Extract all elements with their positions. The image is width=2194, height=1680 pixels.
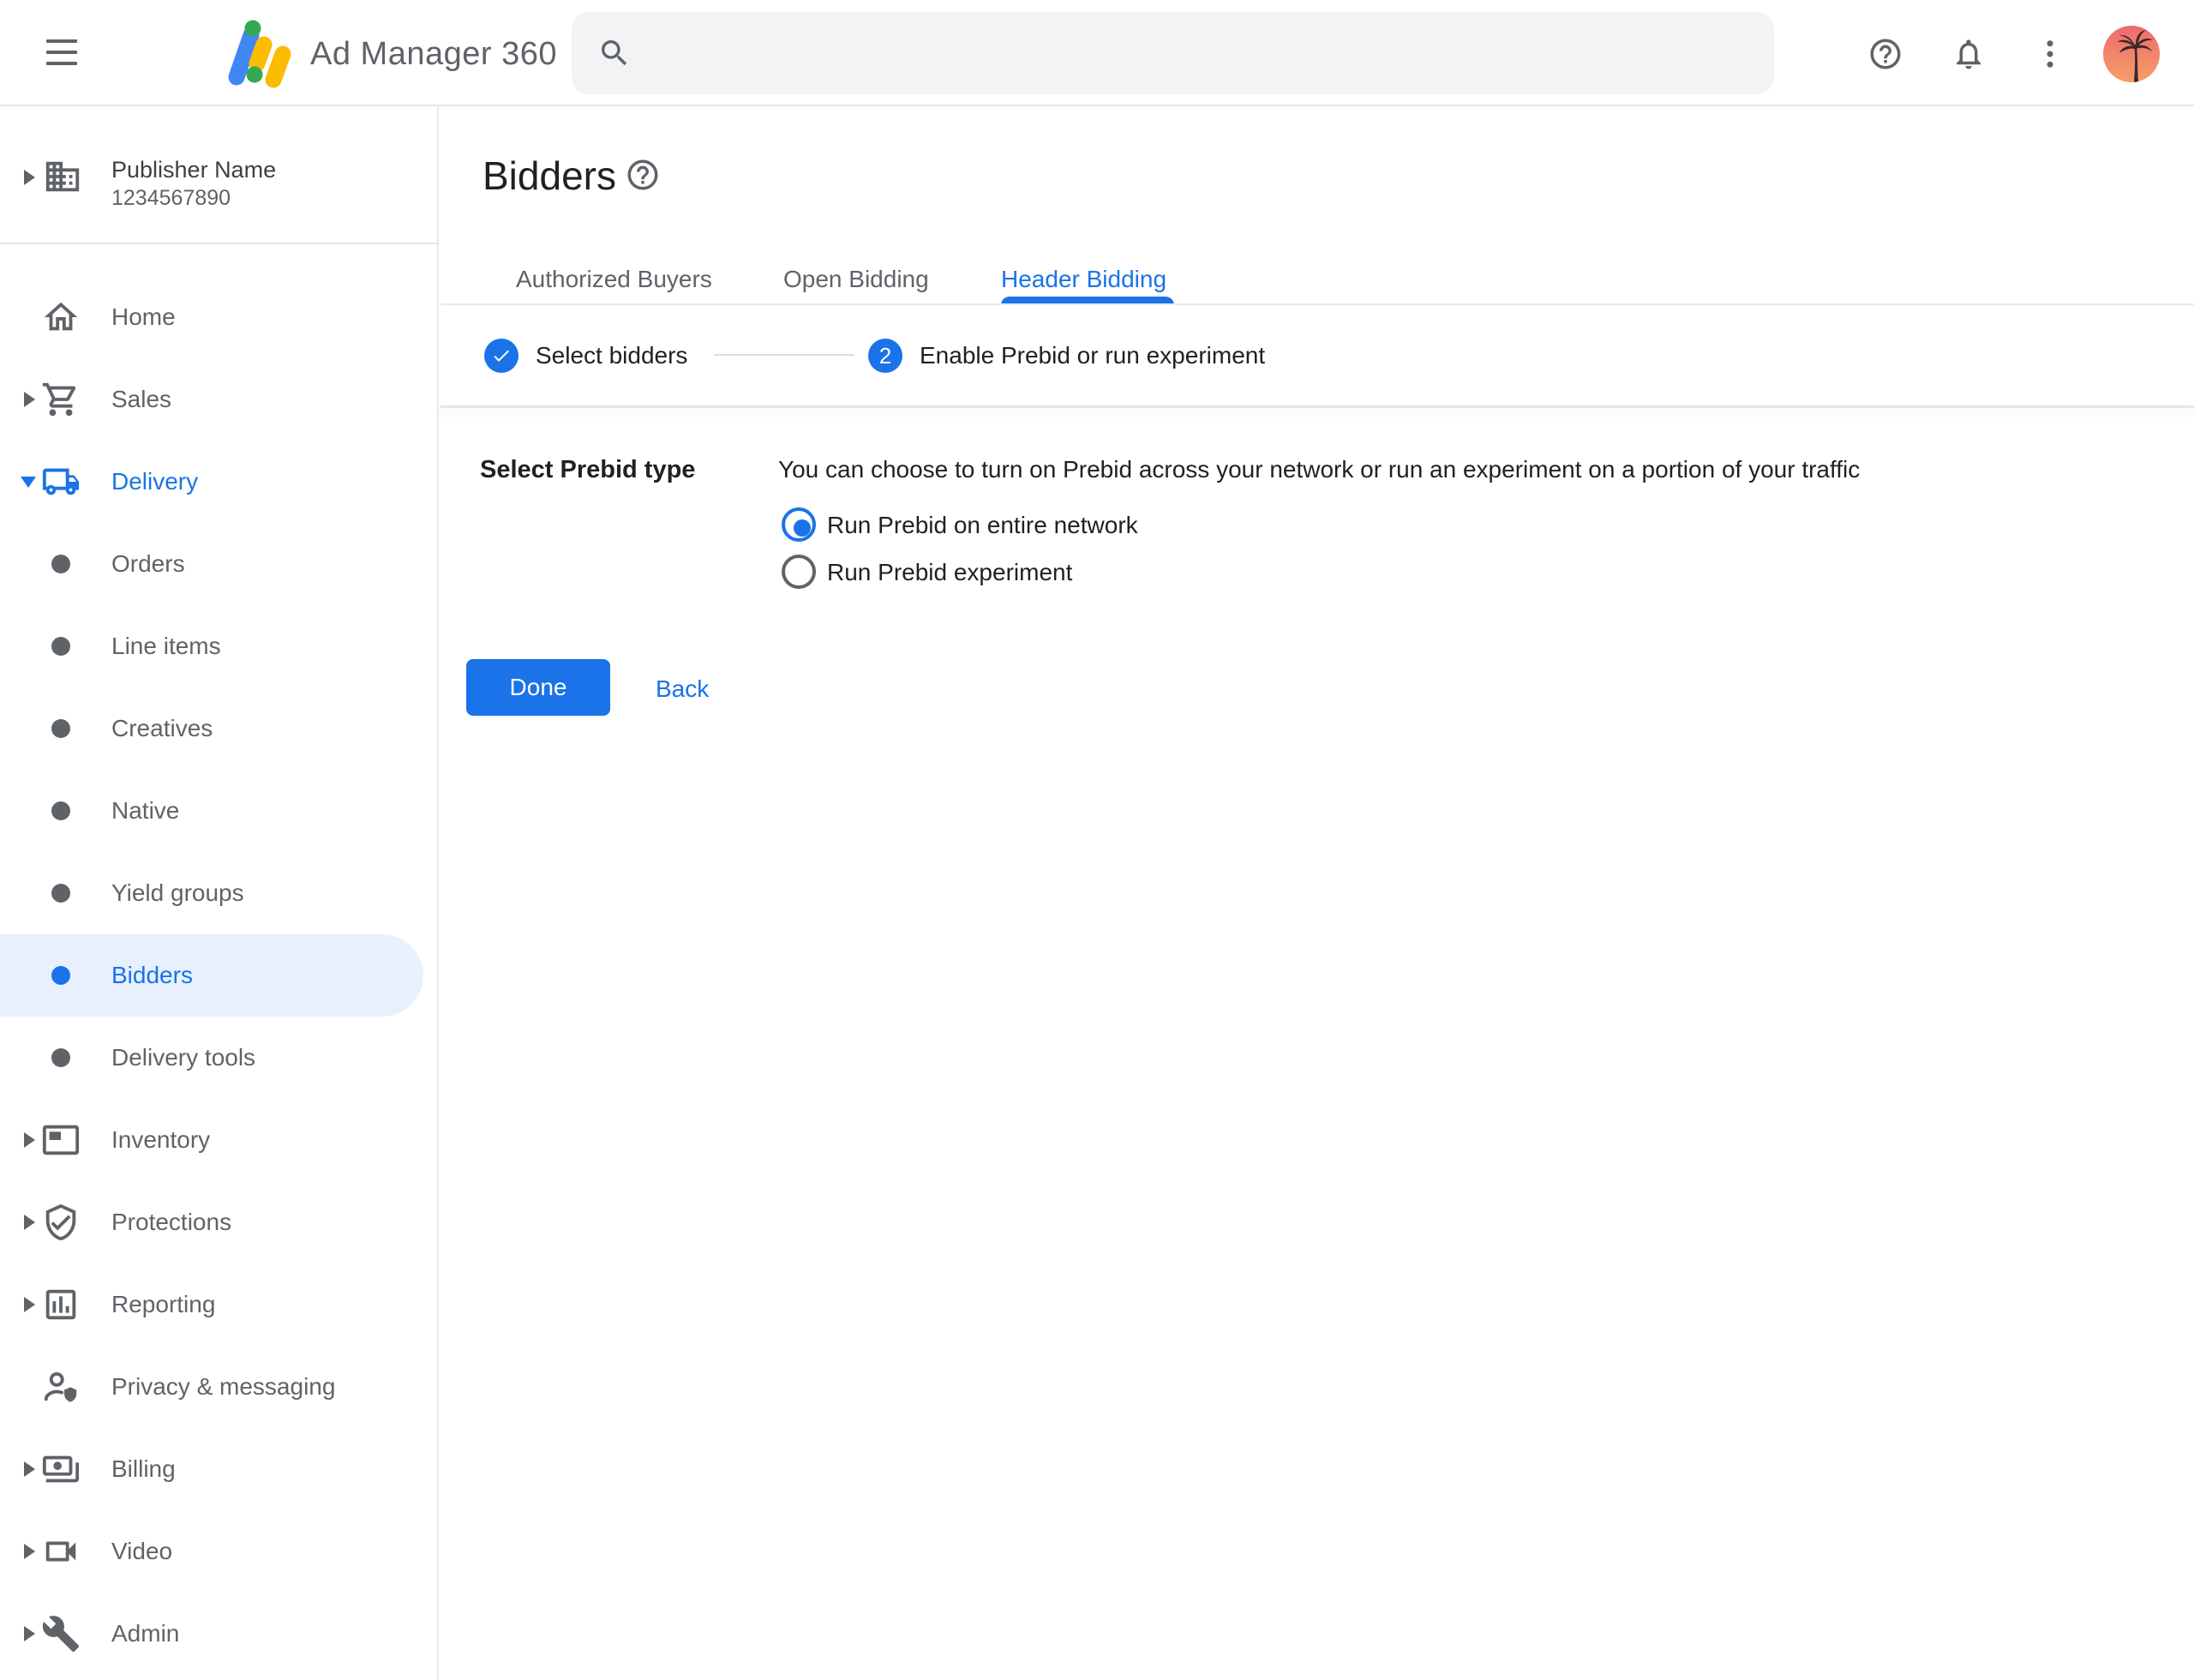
sidebar-item-label: Creatives: [111, 717, 213, 741]
sidebar-item-label: Video: [111, 1539, 172, 1563]
avatar[interactable]: [2103, 26, 2160, 82]
sidebar-item-sales[interactable]: Sales: [0, 358, 439, 441]
sidebar-item-protections[interactable]: Protections: [0, 1181, 439, 1263]
sidebar-item-native[interactable]: Native: [0, 770, 439, 852]
sidebar-item-label: Home: [111, 305, 176, 329]
sidebar-item-label: Inventory: [111, 1128, 210, 1152]
tab-header-bidding[interactable]: Header Bidding: [1001, 267, 1166, 291]
tab-authorized-buyers[interactable]: Authorized Buyers: [516, 267, 712, 291]
truck-icon: [41, 462, 81, 501]
sidebar-item-label: Orders: [111, 552, 185, 576]
page-title: Bidders: [483, 155, 616, 196]
step-1-check: [484, 339, 519, 373]
step-2-label: Enable Prebid or run experiment: [920, 344, 1265, 368]
sidebar-item-label: Bidders: [111, 963, 193, 987]
expand-arrow-icon: [24, 1297, 35, 1312]
help-icon[interactable]: [625, 157, 661, 193]
expand-arrow-icon: [24, 1132, 35, 1148]
sidebar-item-reporting[interactable]: Reporting: [0, 1263, 439, 1346]
radio-label: Run Prebid experiment: [827, 561, 1072, 585]
inventory-icon: [41, 1120, 81, 1160]
expand-arrow-icon: [24, 1544, 35, 1559]
sidebar-item-privacy-messaging[interactable]: Privacy & messaging: [0, 1346, 439, 1428]
radio-selected-icon[interactable]: [782, 507, 816, 542]
main-content: Bidders Authorized Buyers Open Bidding H…: [441, 106, 2194, 1680]
bullet-icon: [51, 966, 70, 985]
bullet-icon: [51, 801, 70, 820]
ad-manager-app: Ad Manager 360: [0, 0, 2194, 1680]
home-icon: [41, 297, 81, 337]
tab-open-bidding[interactable]: Open Bidding: [783, 267, 929, 291]
sidebar-item-inventory[interactable]: Inventory: [0, 1099, 439, 1181]
sidebar-item-video[interactable]: Video: [0, 1510, 439, 1593]
overflow-menu-icon[interactable]: [2032, 36, 2068, 72]
sidebar-item-admin[interactable]: Admin: [0, 1593, 439, 1675]
bullet-icon: [51, 719, 70, 738]
ad-manager-logo: [211, 12, 293, 94]
form-section-label: Select Prebid type: [480, 457, 695, 483]
building-icon: [43, 157, 82, 196]
expand-arrow-icon: [24, 392, 35, 407]
sidebar-item-label: Native: [111, 799, 179, 823]
expand-arrow-icon: [24, 1626, 35, 1641]
sidebar-item-delivery[interactable]: Delivery: [0, 441, 439, 523]
radio-label: Run Prebid on entire network: [827, 513, 1138, 537]
sidebar-item-label: Line items: [111, 634, 221, 658]
wrench-icon: [41, 1614, 81, 1653]
sidebar-item-delivery-tools[interactable]: Delivery tools: [0, 1017, 439, 1099]
sidebar-item-label: Sales: [111, 387, 171, 411]
sidebar-item-label: Admin: [111, 1622, 179, 1646]
payments-icon: [41, 1449, 81, 1489]
step-2-number: 2: [868, 339, 902, 373]
sidebar-item-label: Delivery tools: [111, 1046, 255, 1070]
expand-arrow-icon: [24, 1215, 35, 1230]
app-title: Ad Manager 360: [310, 37, 557, 71]
top-app-bar: Ad Manager 360: [0, 0, 2194, 106]
person-shield-icon: [41, 1367, 81, 1407]
sidebar-item-label: Yield groups: [111, 881, 244, 905]
publisher-switcher[interactable]: Publisher Name 1234567890: [0, 106, 439, 244]
bullet-icon: [51, 884, 70, 903]
collapse-arrow-icon: [21, 477, 36, 488]
stepper-connector: [714, 354, 854, 356]
sidebar-item-line-items[interactable]: Line items: [0, 605, 439, 687]
sidebar-item-label: Billing: [111, 1457, 176, 1481]
expand-arrow-icon: [24, 1461, 35, 1477]
sidebar-item-label: Reporting: [111, 1293, 215, 1317]
notifications-icon[interactable]: [1951, 36, 1987, 72]
bar-chart-icon: [41, 1285, 81, 1324]
search-icon: [597, 36, 632, 70]
divider: [441, 405, 2194, 408]
radio-unselected-icon[interactable]: [782, 555, 816, 589]
sidebar-item-billing[interactable]: Billing: [0, 1428, 439, 1510]
bullet-icon: [51, 555, 70, 573]
menu-icon[interactable]: [46, 39, 77, 67]
shield-check-icon: [41, 1203, 81, 1242]
sidebar-item-label: Delivery: [111, 470, 198, 494]
bullet-icon: [51, 1048, 70, 1067]
sidebar-item-orders[interactable]: Orders: [0, 523, 439, 605]
bullet-icon: [51, 637, 70, 656]
sidebar-item-label: Privacy & messaging: [111, 1375, 335, 1399]
publisher-name: Publisher Name: [111, 155, 276, 184]
back-link[interactable]: Back: [656, 675, 709, 703]
done-button[interactable]: Done: [466, 659, 610, 716]
step-1-label[interactable]: Select bidders: [536, 344, 687, 368]
divider: [441, 303, 2194, 305]
sidebar-nav: Publisher Name 1234567890 Home Sales Del…: [0, 106, 439, 1680]
form-description: You can choose to turn on Prebid across …: [778, 457, 1860, 483]
search-input[interactable]: [572, 12, 1774, 94]
sidebar-item-label: Protections: [111, 1210, 231, 1234]
help-icon[interactable]: [1867, 36, 1903, 72]
videocam-icon: [41, 1532, 81, 1571]
sidebar-item-creatives[interactable]: Creatives: [0, 687, 439, 770]
expand-arrow-icon: [24, 170, 35, 185]
sidebar-item-home[interactable]: Home: [0, 276, 439, 358]
cart-icon: [41, 380, 81, 419]
sidebar-item-yield-groups[interactable]: Yield groups: [0, 852, 439, 934]
sidebar-item-bidders[interactable]: Bidders: [0, 934, 439, 1017]
publisher-id: 1234567890: [111, 184, 231, 212]
